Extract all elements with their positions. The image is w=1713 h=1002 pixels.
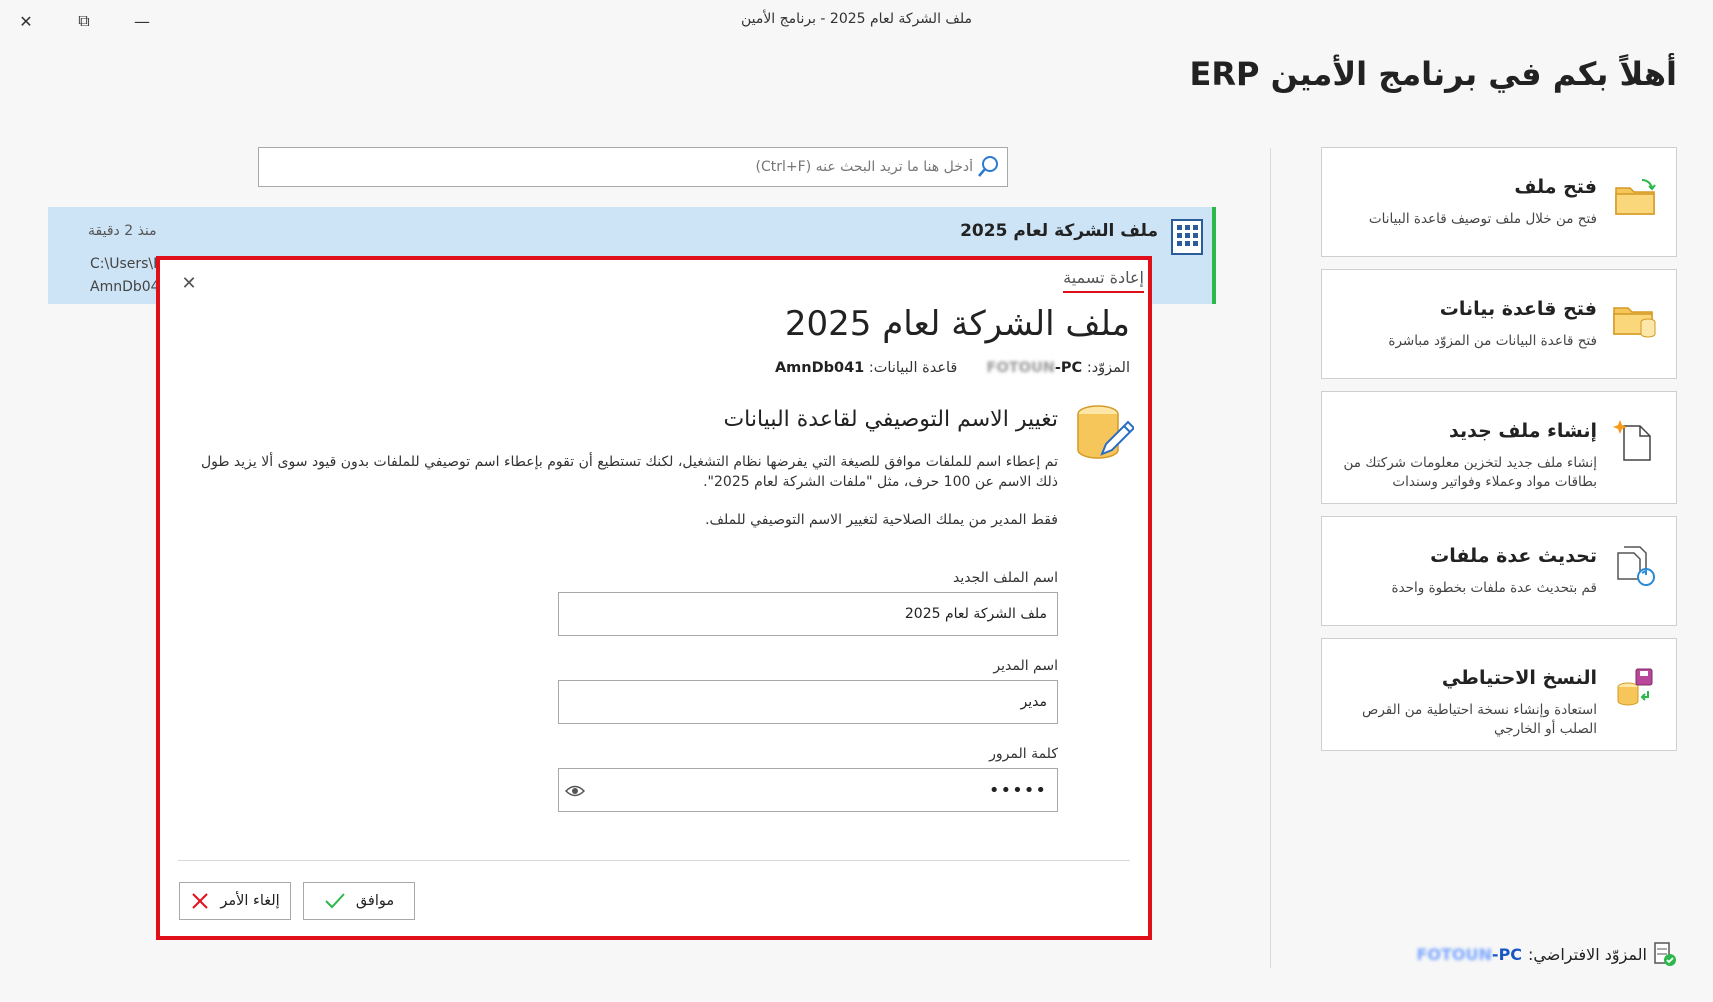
card-title: النسخ الاحتياطي xyxy=(1441,667,1597,689)
default-provider-label: المزوّد الافتراضي: xyxy=(1528,944,1647,964)
dialog-heading: تغيير الاسم التوصيفي لقاعدة البيانات xyxy=(723,407,1058,432)
card-title: إنشاء ملف جديد xyxy=(1449,420,1597,442)
dialog-title: ملف الشركة لعام 2025 xyxy=(784,304,1130,344)
new-file-icon xyxy=(1613,420,1651,461)
card-description: استعادة وإنشاء نسخة احتياطية من القرص ال… xyxy=(1362,702,1597,737)
recent-file-time: منذ 2 دقيقة xyxy=(88,223,157,239)
recent-file-title: ملف الشركة لعام 2025 xyxy=(960,221,1158,241)
provider-label: المزوّد: xyxy=(1086,360,1130,376)
cancel-button-label: إلغاء الأمر xyxy=(220,893,280,909)
dialog-description: تم إعطاء اسم للملفات موافق للصيغة التي ي… xyxy=(200,454,1058,490)
welcome-heading: أهلاً بكم في برنامج الأمين ERP xyxy=(1189,55,1677,93)
path-line: AmnDb04 xyxy=(90,279,160,295)
ok-button-label: موافق xyxy=(355,893,395,909)
open-folder-icon xyxy=(1615,178,1656,215)
backup-card[interactable]: النسخ الاحتياطي استعادة وإنشاء نسخة احتي… xyxy=(1321,638,1677,751)
cancel-button[interactable]: إلغاء الأمر xyxy=(179,882,291,920)
ok-button[interactable]: موافق xyxy=(303,882,415,920)
manager-name-input[interactable] xyxy=(559,681,1057,723)
password-label: كلمة المرور xyxy=(989,746,1058,762)
database-value: AmnDb041 xyxy=(774,360,865,376)
search-icon xyxy=(978,156,998,177)
tab-rename[interactable]: إعادة تسمية xyxy=(1063,268,1144,293)
backup-icon xyxy=(1617,668,1653,706)
blurred-pc-name: FOTOUN xyxy=(986,360,1055,376)
card-description: فتح قاعدة البيانات من المزوّد مباشرة xyxy=(1388,333,1597,349)
show-password-eye-icon[interactable] xyxy=(565,781,585,801)
new-name-input[interactable] xyxy=(559,593,1057,635)
window-title: ملف الشركة لعام 2025 - برنامج الأمين xyxy=(740,11,973,27)
checkmark-icon xyxy=(325,893,345,909)
server-status-icon xyxy=(1654,942,1676,966)
recent-file-path: C:\Users\F AmnDb04 xyxy=(90,253,161,299)
vertical-divider xyxy=(1270,148,1271,968)
search-box[interactable] xyxy=(258,147,1008,187)
card-title: تحديث عدة ملفات xyxy=(1430,545,1597,567)
provider-value: FOTOUN-PC xyxy=(987,360,1083,376)
password-field-box[interactable] xyxy=(558,768,1058,812)
card-description: فتح من خلال ملف توصيف قاعدة البيانات xyxy=(1368,211,1597,227)
card-description: قم بتحديث عدة ملفات بخطوة واحدة xyxy=(1391,580,1597,596)
title-bar: ✕ ⧉ — ملف الشركة لعام 2025 - برنامج الأم… xyxy=(0,0,1713,42)
cancel-x-icon xyxy=(192,893,209,909)
card-title: فتح ملف xyxy=(1514,176,1597,198)
password-input[interactable] xyxy=(559,769,1057,811)
dialog-connection-info: المزوّد: FOTOUN-PC قاعدة البيانات: AmnDb… xyxy=(775,360,1130,376)
dialog-close-button[interactable]: ✕ xyxy=(176,270,202,296)
path-line: C:\Users\F xyxy=(90,256,162,272)
default-provider-pc: FOTOUN-PC xyxy=(1416,945,1522,964)
card-description: إنشاء ملف جديد لتخزين معلومات شركتك من ب… xyxy=(1343,455,1597,490)
default-provider: المزوّد الافتراضي: FOTOUN-PC xyxy=(1416,941,1677,967)
new-file-card[interactable]: إنشاء ملف جديد إنشاء ملف جديد لتخزين معل… xyxy=(1321,391,1677,504)
database-edit-icon xyxy=(1077,405,1134,459)
open-file-card[interactable]: فتح ملف فتح من خلال ملف توصيف قاعدة البي… xyxy=(1321,147,1677,257)
pc-suffix: -PC xyxy=(1491,944,1523,964)
blurred-pc-name: FOTOUN xyxy=(1416,944,1492,964)
rename-dialog: ✕ إعادة تسمية ملف الشركة لعام 2025 المزو… xyxy=(156,256,1152,940)
dialog-footer-separator xyxy=(178,860,1130,861)
update-files-card[interactable]: تحديث عدة ملفات قم بتحديث عدة ملفات بخطو… xyxy=(1321,516,1677,626)
dialog-note: فقط المدير من يملك الصلاحية لتغيير الاسم… xyxy=(705,512,1058,528)
pc-suffix: -PC xyxy=(1054,360,1083,376)
new-name-label: اسم الملف الجديد xyxy=(953,570,1058,586)
database-label: قاعدة البيانات: xyxy=(868,360,958,376)
manager-name-label: اسم المدير xyxy=(993,658,1058,674)
update-files-icon xyxy=(1617,546,1655,586)
card-title: فتح قاعدة بيانات xyxy=(1439,298,1597,320)
open-database-card[interactable]: فتح قاعدة بيانات فتح قاعدة البيانات من ا… xyxy=(1321,269,1677,379)
manager-name-field-box[interactable] xyxy=(558,680,1058,724)
search-input[interactable] xyxy=(259,158,975,176)
folder-database-icon xyxy=(1613,307,1656,338)
new-name-field-box[interactable] xyxy=(558,592,1058,636)
company-building-icon xyxy=(1171,219,1203,255)
